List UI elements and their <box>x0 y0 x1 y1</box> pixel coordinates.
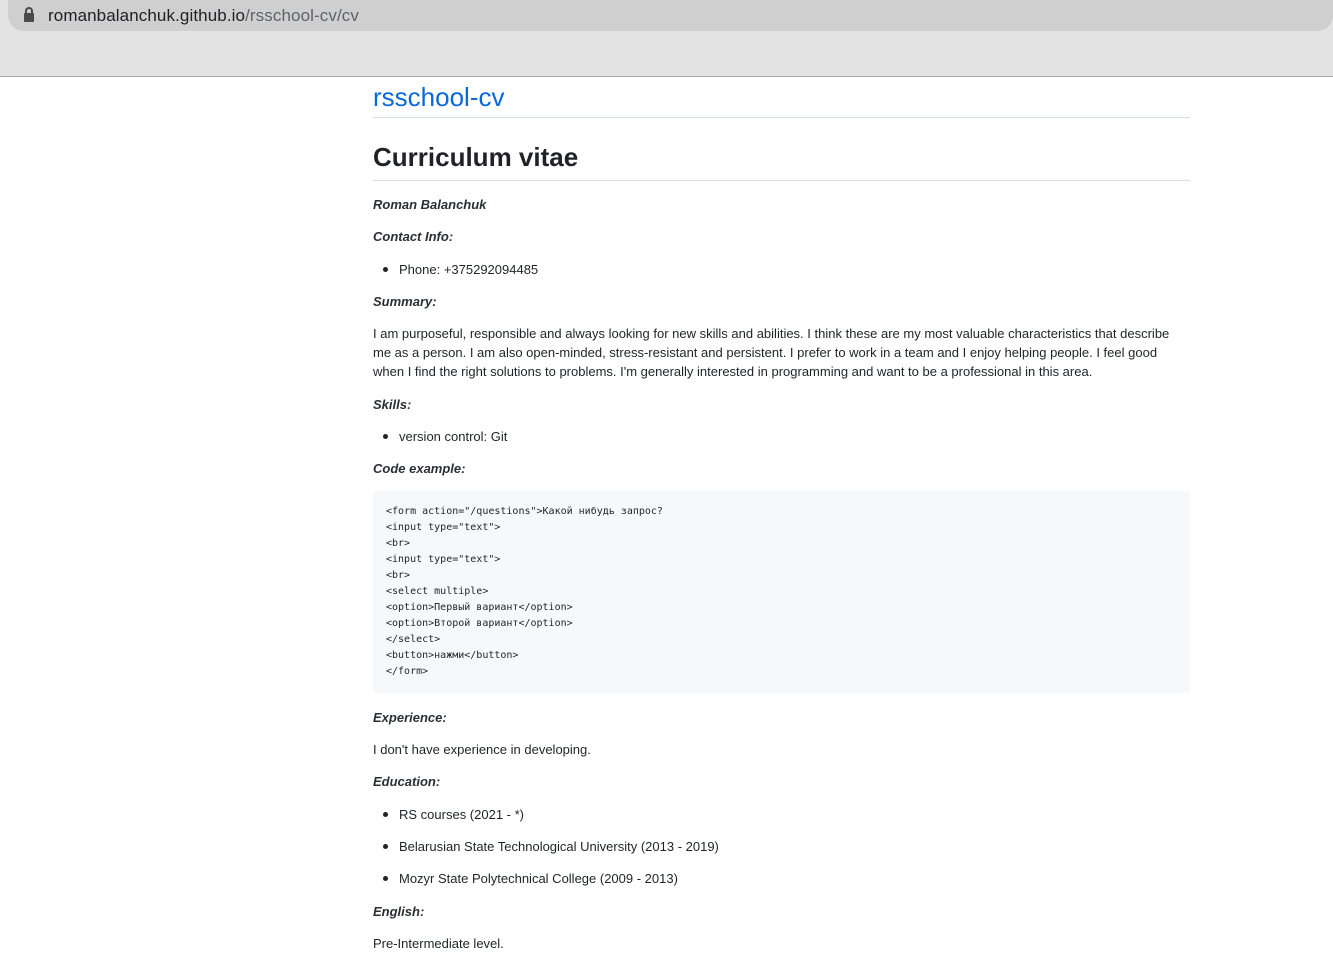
skills-list: version control: Git <box>373 427 1190 446</box>
contact-item-phone: Phone: +375292094485 <box>373 260 1190 279</box>
site-title-link[interactable]: rsschool-cv <box>373 77 1190 118</box>
education-label: Education: <box>373 774 441 789</box>
cv-name: Roman Balanchuk <box>373 197 487 212</box>
page-heading: Curriculum vitae <box>373 140 1190 181</box>
education-list: RS courses (2021 - *) Belarusian State T… <box>373 805 1190 888</box>
skills-label: Skills: <box>373 397 412 412</box>
summary-label: Summary: <box>373 294 437 309</box>
code-label: Code example: <box>373 461 466 476</box>
url-host: romanbalanchuk.github.io <box>48 5 246 25</box>
browser-chrome: romanbalanchuk.github.io/rsschool-cv/cv <box>0 0 1333 77</box>
address-bar[interactable]: romanbalanchuk.github.io/rsschool-cv/cv <box>8 0 1333 31</box>
summary-text: I am purposeful, responsible and always … <box>373 326 1170 379</box>
experience-text: I don't have experience in developing. <box>373 742 591 757</box>
experience-label: Experience: <box>373 710 447 725</box>
education-item: Mozyr State Polytechnical College (2009 … <box>373 869 1190 888</box>
url-text[interactable]: romanbalanchuk.github.io/rsschool-cv/cv <box>48 6 359 26</box>
skills-item: version control: Git <box>373 427 1190 446</box>
contact-list: Phone: +375292094485 <box>373 260 1190 279</box>
contact-label: Contact Info: <box>373 229 454 244</box>
main-content: rsschool-cv Curriculum vitae Roman Balan… <box>373 77 1190 951</box>
code-block: <form action="/questions">Какой нибудь з… <box>373 491 1190 693</box>
english-text: Pre-Intermediate level. <box>373 936 504 951</box>
education-item: Belarusian State Technological Universit… <box>373 837 1190 856</box>
url-path: /rsschool-cv/cv <box>245 5 360 25</box>
english-label: English: <box>373 904 425 919</box>
lock-icon[interactable] <box>24 7 34 22</box>
education-item: RS courses (2021 - *) <box>373 805 1190 824</box>
